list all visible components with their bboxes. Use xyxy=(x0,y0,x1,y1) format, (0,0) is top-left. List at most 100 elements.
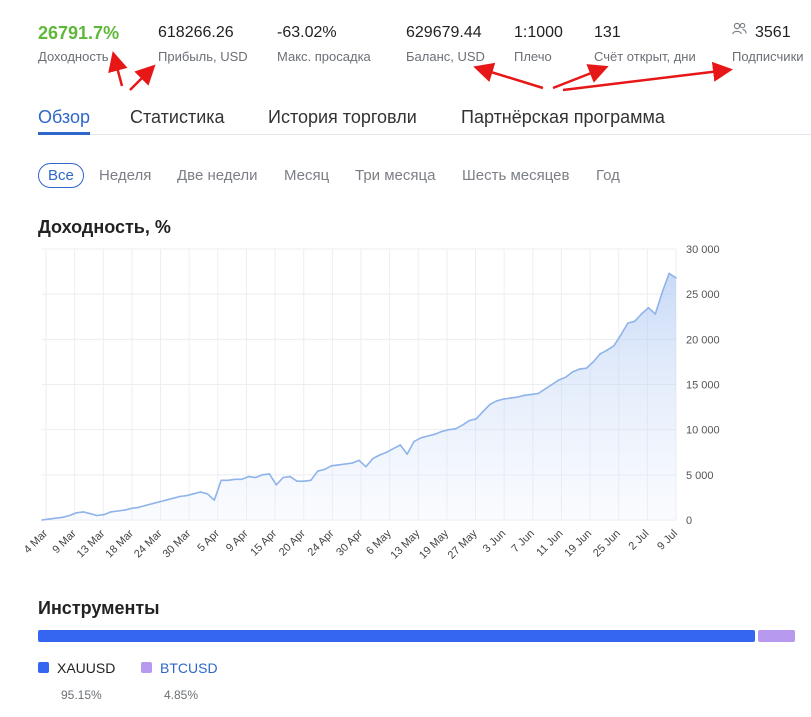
chart-line-segment xyxy=(282,475,291,479)
profit-value: 618266.26 xyxy=(158,24,234,41)
return-chart: 0 5 000 10 000 15 000 20 000 25 000 30 000 4 M… xyxy=(22,244,720,562)
x-tick-label: 15 Apr xyxy=(248,527,279,558)
chart-line-segment xyxy=(41,518,50,521)
x-tick-label: 9 Apr xyxy=(224,527,251,554)
stat-leverage: 1:1000 Плечо xyxy=(514,24,563,64)
balance-label: Баланс, USD xyxy=(406,49,485,64)
x-tick-label: 24 Mar xyxy=(132,527,165,560)
instruments-bar xyxy=(38,630,795,642)
chart-area-fill xyxy=(42,273,676,520)
chart-line-segment xyxy=(578,367,588,370)
x-tick-label: 2 Jul xyxy=(627,528,652,553)
return-value: 26791.7% xyxy=(38,23,120,43)
y-tick-label: 15 000 xyxy=(686,380,720,392)
period-month[interactable]: Месяц xyxy=(284,167,329,184)
drawdown-value: -63.02% xyxy=(277,24,337,41)
chart-line-segment xyxy=(303,479,312,482)
legend-btcusd[interactable]: BTCUSD 4.85% xyxy=(141,660,218,702)
x-tick-label: 25 Jun xyxy=(591,528,623,560)
tab-partner-program[interactable]: Партнёрская программа xyxy=(461,107,665,128)
period-week[interactable]: Неделя xyxy=(99,167,151,184)
x-tick-label: 4 Mar xyxy=(22,527,51,556)
tab-statistics[interactable]: Статистика xyxy=(130,107,225,128)
x-tick-label: 13 May xyxy=(388,527,422,561)
arrow-to-balance xyxy=(473,62,544,90)
instrument-bar-xauusd xyxy=(38,630,755,642)
subscribers-value: 3561 xyxy=(755,24,791,41)
btcusd-percent: 4.85% xyxy=(164,688,199,702)
chart-line-segment xyxy=(523,393,533,397)
chart-line-segment xyxy=(530,392,540,396)
chart-line-segment xyxy=(48,517,57,520)
chart-line-segment xyxy=(130,506,140,510)
stat-days-open: 131 Счёт открыт, дни xyxy=(594,24,696,64)
x-tick-label: 11 Jun xyxy=(534,528,565,559)
xauusd-name: XAUUSD xyxy=(57,660,116,676)
period-two-weeks[interactable]: Две недели xyxy=(177,167,258,184)
stat-return: 26791.7% Доходность xyxy=(38,24,119,64)
days-open-label: Счёт открыт, дни xyxy=(594,49,696,64)
chart-line-segment xyxy=(247,475,257,479)
x-tick-label: 20 Apr xyxy=(277,527,308,558)
instrument-bar-btcusd xyxy=(758,630,795,642)
chart-line-segment xyxy=(179,494,188,498)
stat-balance: 629679.44 Баланс, USD xyxy=(406,24,485,64)
chart-line-segment xyxy=(330,464,340,467)
subscribers-label: Подписчики xyxy=(732,49,804,64)
x-tick-label: 24 Apr xyxy=(306,527,337,558)
btcusd-name[interactable]: BTCUSD xyxy=(160,660,218,676)
tab-overview[interactable]: Обзор xyxy=(38,107,90,128)
chart-line-segment xyxy=(337,463,347,466)
chart-line-segment xyxy=(54,516,64,520)
chart-line-segment xyxy=(261,473,271,476)
tab-trade-history[interactable]: История торговли xyxy=(268,107,417,128)
x-tick-label: 27 May xyxy=(446,527,480,561)
x-tick-label: 19 Jun xyxy=(562,528,594,560)
x-tick-label: 3 Jun xyxy=(481,528,509,556)
legend-xauusd: XAUUSD 95.15% xyxy=(38,660,115,702)
x-tick-label: 9 Jul xyxy=(655,528,680,553)
days-open-value: 131 xyxy=(594,24,621,41)
y-tick-label: 20 000 xyxy=(686,334,720,346)
btcusd-swatch xyxy=(141,662,152,674)
period-year[interactable]: Год xyxy=(596,167,620,184)
leverage-label: Плечо xyxy=(514,49,552,64)
return-label: Доходность xyxy=(38,49,109,64)
balance-value: 629679.44 xyxy=(406,24,482,41)
x-tick-label: 30 Apr xyxy=(334,527,365,558)
chart-line-segment xyxy=(227,478,236,482)
chart-line-segment xyxy=(344,462,353,465)
arrow-to-subscribers xyxy=(562,61,733,92)
y-tick-label: 25 000 xyxy=(686,289,720,301)
instruments-title: Инструменты xyxy=(38,598,160,618)
stat-subscribers: 3561 Подписчики xyxy=(732,23,804,64)
xauusd-swatch xyxy=(38,662,49,674)
chart-line-segment xyxy=(117,509,126,512)
x-tick-label: 7 Jun xyxy=(509,528,537,556)
period-all[interactable]: Все xyxy=(38,163,84,188)
y-tick-label: 0 xyxy=(686,515,692,527)
arrow-to-profit xyxy=(129,64,156,91)
chart-line-segment xyxy=(502,397,512,400)
drawdown-label: Макс. просадка xyxy=(277,49,371,64)
active-tab-indicator xyxy=(38,132,90,135)
subscribers-value-row: 3561 xyxy=(732,23,804,42)
chart-line-segment xyxy=(447,428,457,431)
period-three-months[interactable]: Три месяца xyxy=(355,167,435,184)
arrow-to-days-open xyxy=(552,64,609,90)
x-tick-label: 19 May xyxy=(417,527,451,561)
chart-line-segment xyxy=(110,510,119,513)
period-six-months[interactable]: Шесть месяцев xyxy=(462,167,569,184)
profit-label: Прибыль, USD xyxy=(158,49,248,64)
y-tick-label: 5 000 xyxy=(686,470,714,482)
stat-drawdown: -63.02% Макс. просадка xyxy=(277,24,371,64)
x-tick-label: 18 Mar xyxy=(103,527,136,560)
leverage-value: 1:1000 xyxy=(514,24,563,41)
tabs-divider xyxy=(38,134,811,135)
y-tick-label: 30 000 xyxy=(686,244,720,256)
chart-line-segment xyxy=(509,396,519,399)
x-tick-label: 30 Mar xyxy=(161,527,194,560)
chart-line-segment xyxy=(75,511,85,514)
stat-profit: 618266.26 Прибыль, USD xyxy=(158,24,248,64)
chart-line-segment xyxy=(96,513,105,517)
